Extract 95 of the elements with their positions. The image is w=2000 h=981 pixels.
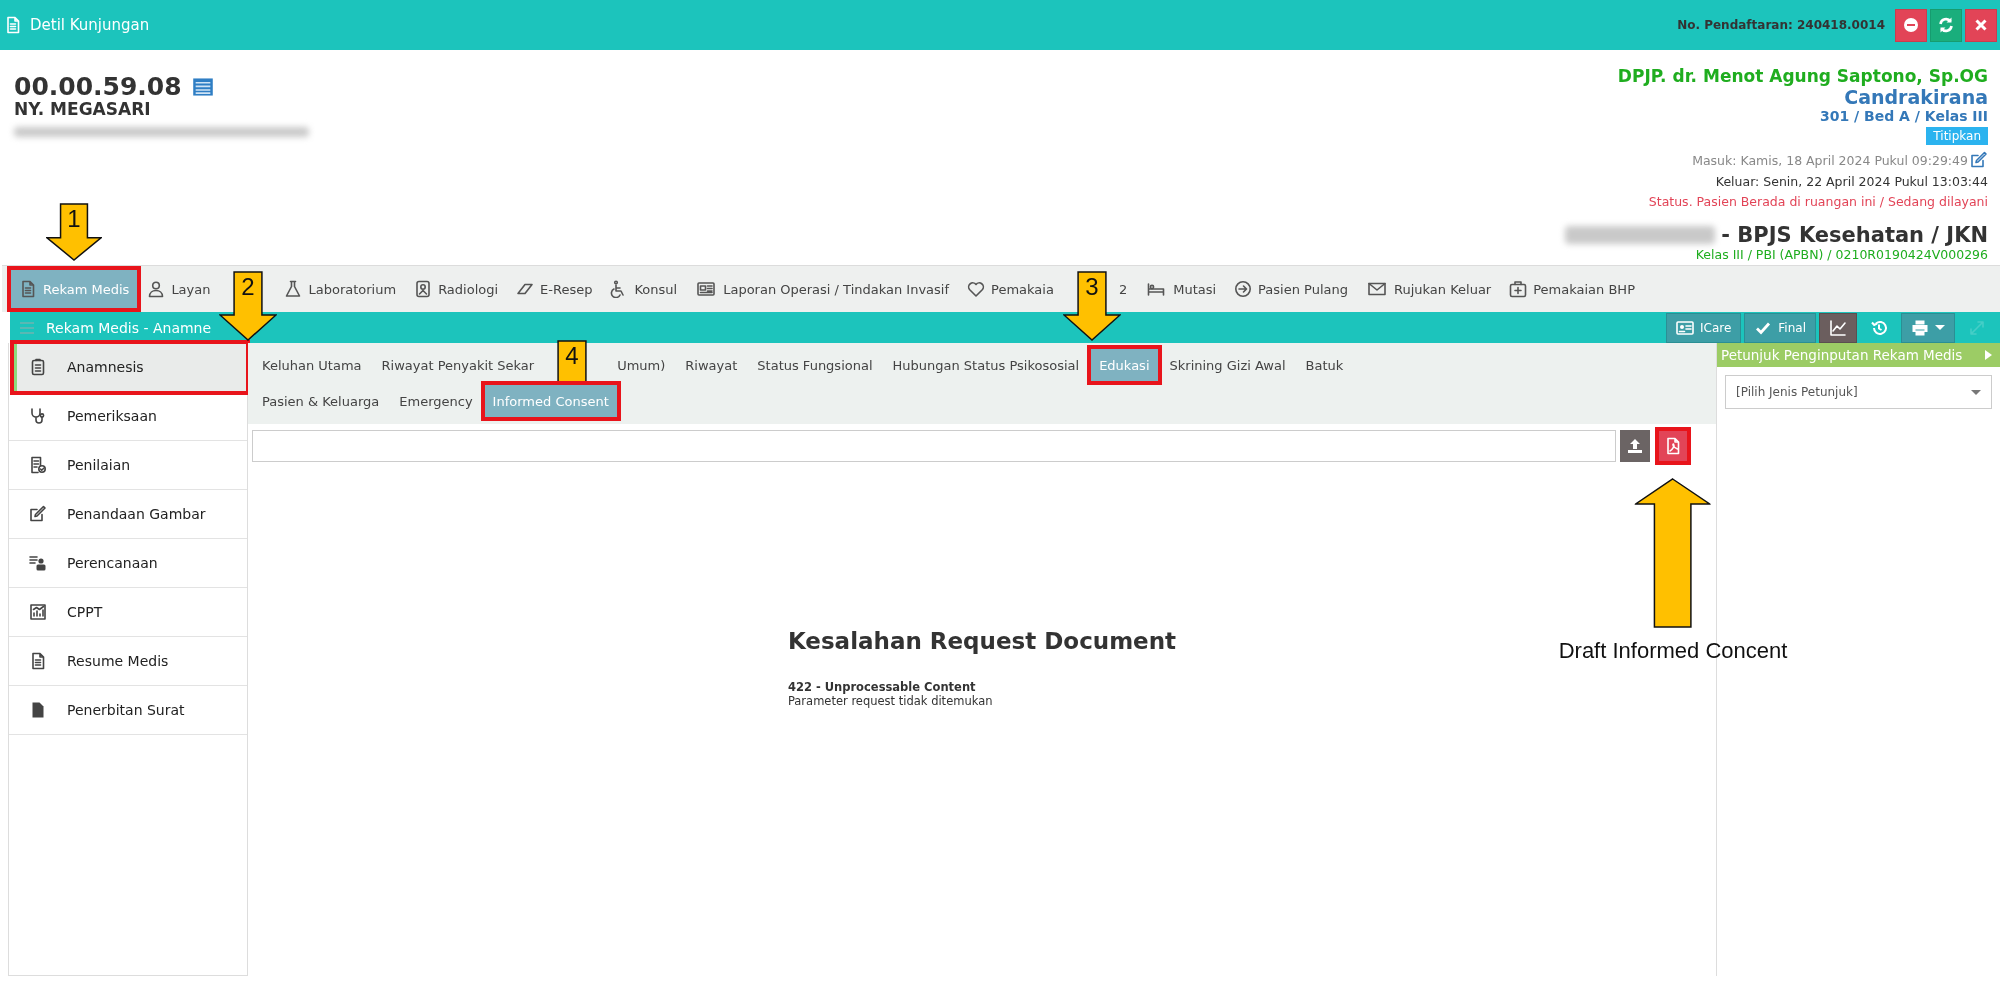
pdf-icon <box>1664 437 1682 455</box>
tab-label[interactable]: 2 <box>1118 281 1137 297</box>
error-message: Parameter request tidak ditemukan <box>787 694 994 708</box>
sub-tab[interactable]: Status Fungsional <box>748 348 882 382</box>
nav-tab[interactable]: Pemakaian BHP <box>1500 269 1644 309</box>
patient-status: Status. Pasien Berada di ruangan ini / Sedang dilayani <box>1648 194 1988 209</box>
nav-tab[interactable]: Radiologi <box>405 269 508 309</box>
list-icon <box>191 75 214 98</box>
chart-icon <box>29 603 47 621</box>
newspaper-icon <box>695 280 718 298</box>
file-field[interactable] <box>252 430 1616 462</box>
insurance-name: - BPJS Kesehatan / JKN <box>1721 223 1988 247</box>
clipboard-icon <box>29 358 47 376</box>
step-number: 4 <box>565 342 579 369</box>
sub-tab[interactable]: Riwayat Penyakit Sekar <box>372 348 544 382</box>
print-icon <box>1911 318 1929 337</box>
document-icon <box>29 652 47 670</box>
nav-tab[interactable]: Rujukan Keluar <box>1357 269 1501 309</box>
step-number: 1 <box>67 205 81 232</box>
insurance-detail: Kelas III / PBI (APBN) / 0210R0190424V000296 <box>1695 247 1988 262</box>
patient-name: NY. MEGASARI <box>14 99 152 119</box>
nav-tab[interactable]: Konsul <box>601 269 687 309</box>
status-badge: Titipkan <box>1926 127 1988 145</box>
person-list-icon <box>29 554 47 572</box>
checklist-icon <box>29 456 47 474</box>
nav-tab[interactable]: Laboratorium <box>275 269 406 309</box>
caret-icon <box>1935 325 1945 330</box>
sub-tab[interactable]: Pasien & Keluarga <box>253 384 389 418</box>
sidebar-item[interactable]: Penerbitan Surat <box>9 686 247 735</box>
sidebar-item[interactable]: Anamnesis <box>13 343 247 392</box>
record-number: 00.00.59.08 <box>14 72 182 101</box>
error-code: 422 - Unprocessable Content <box>787 680 977 694</box>
registration-number: No. Pendaftaran: 240418.0014 <box>1677 18 1885 32</box>
sidebar-item[interactable]: Perencanaan <box>9 539 247 588</box>
section-title: Rekam Medis - Anamne <box>46 319 212 336</box>
sub-tab[interactable]: Batuk <box>1296 348 1353 382</box>
step-number: 2 <box>241 273 256 300</box>
print-button[interactable] <box>1901 312 1955 343</box>
refresh-button[interactable] <box>1930 8 1962 42</box>
medkit-icon <box>1509 280 1528 298</box>
callout-arrow <box>1062 271 1121 341</box>
expand-icon <box>1968 318 1986 337</box>
id-badge-icon <box>414 280 433 298</box>
document-icon <box>19 280 37 298</box>
sidebar-item[interactable]: CPPT <box>9 588 247 637</box>
upload-button[interactable] <box>1620 430 1650 462</box>
doctor-name: DPJP. dr. Menot Agung Saptono, Sp.OG <box>1617 66 1988 86</box>
upload-icon <box>1626 437 1644 455</box>
sidebar-item[interactable]: Penilaian <box>9 441 247 490</box>
sub-tab[interactable]: Skrining Gizi Awal <box>1160 348 1295 382</box>
room-info: 301 / Bed A / Kelas III <box>1819 108 1988 124</box>
flask-icon <box>284 280 303 298</box>
envelope-icon <box>1366 280 1388 298</box>
line-chart-icon <box>1829 318 1847 337</box>
refresh-icon <box>1937 16 1955 34</box>
sidebar-item[interactable]: Pemeriksaan <box>9 392 247 441</box>
remove-button[interactable] <box>1895 8 1927 42</box>
sub-tab[interactable]: Keluhan Utama <box>253 348 371 382</box>
sidebar-item[interactable]: Penandaan Gambar <box>9 490 247 539</box>
tab-label[interactable]: Umum) <box>617 357 675 373</box>
nav-tab[interactable]: Laporan Operasi / Tindakan Invasif <box>686 269 959 309</box>
edit-icon <box>1970 151 1988 169</box>
close-button[interactable] <box>1965 8 1997 42</box>
guide-select[interactable]: [Pilih Jenis Petunjuk] <box>1725 375 1992 409</box>
step-number: 3 <box>1085 273 1099 300</box>
ward-name: Candrakirana <box>1844 86 1988 108</box>
nav-tab[interactable]: Layan <box>138 269 220 309</box>
chart-button[interactable] <box>1819 312 1857 343</box>
nav-tab[interactable]: Pasien Pulang <box>1225 269 1357 309</box>
minus-circle-icon <box>1902 16 1920 34</box>
user-icon <box>147 280 166 298</box>
discharge-time: Keluar: Senin, 22 April 2024 Pukul 13:03:44 <box>1715 174 1988 189</box>
arrow-circle-icon <box>1234 280 1253 298</box>
nav-tab[interactable]: E-Resep <box>507 269 602 309</box>
caret-icon <box>1971 389 1981 395</box>
nav-tab[interactable]: Mutasi <box>1136 269 1226 309</box>
admission-time: Masuk: Kamis, 18 April 2024 Pukul 09:29:49 <box>1692 152 1968 168</box>
pdf-button[interactable] <box>1658 430 1688 462</box>
document-icon <box>4 16 22 34</box>
heart-icon <box>967 280 986 298</box>
callout-arrow <box>219 271 278 341</box>
callout-arrow <box>46 203 103 261</box>
sidebar-item[interactable]: Resume Medis <box>9 637 247 686</box>
error-title: Kesalahan Request Document <box>787 628 1177 654</box>
stethoscope-icon <box>29 407 47 425</box>
id-card-icon <box>1676 318 1694 337</box>
window-title: Detil Kunjungan <box>30 16 150 34</box>
caret-icon <box>1985 350 1992 360</box>
annotation-caption: Draft Informed Concent <box>1558 638 1788 664</box>
sub-tab[interactable]: Emergency <box>390 384 482 418</box>
history-icon <box>1870 318 1888 337</box>
nav-tab[interactable]: Pemakaia <box>958 269 1063 309</box>
sub-tab[interactable]: Riwayat <box>676 348 747 382</box>
sub-tab[interactable]: Hubungan Status Psikososial <box>883 348 1089 382</box>
edit-icon <box>29 505 47 523</box>
